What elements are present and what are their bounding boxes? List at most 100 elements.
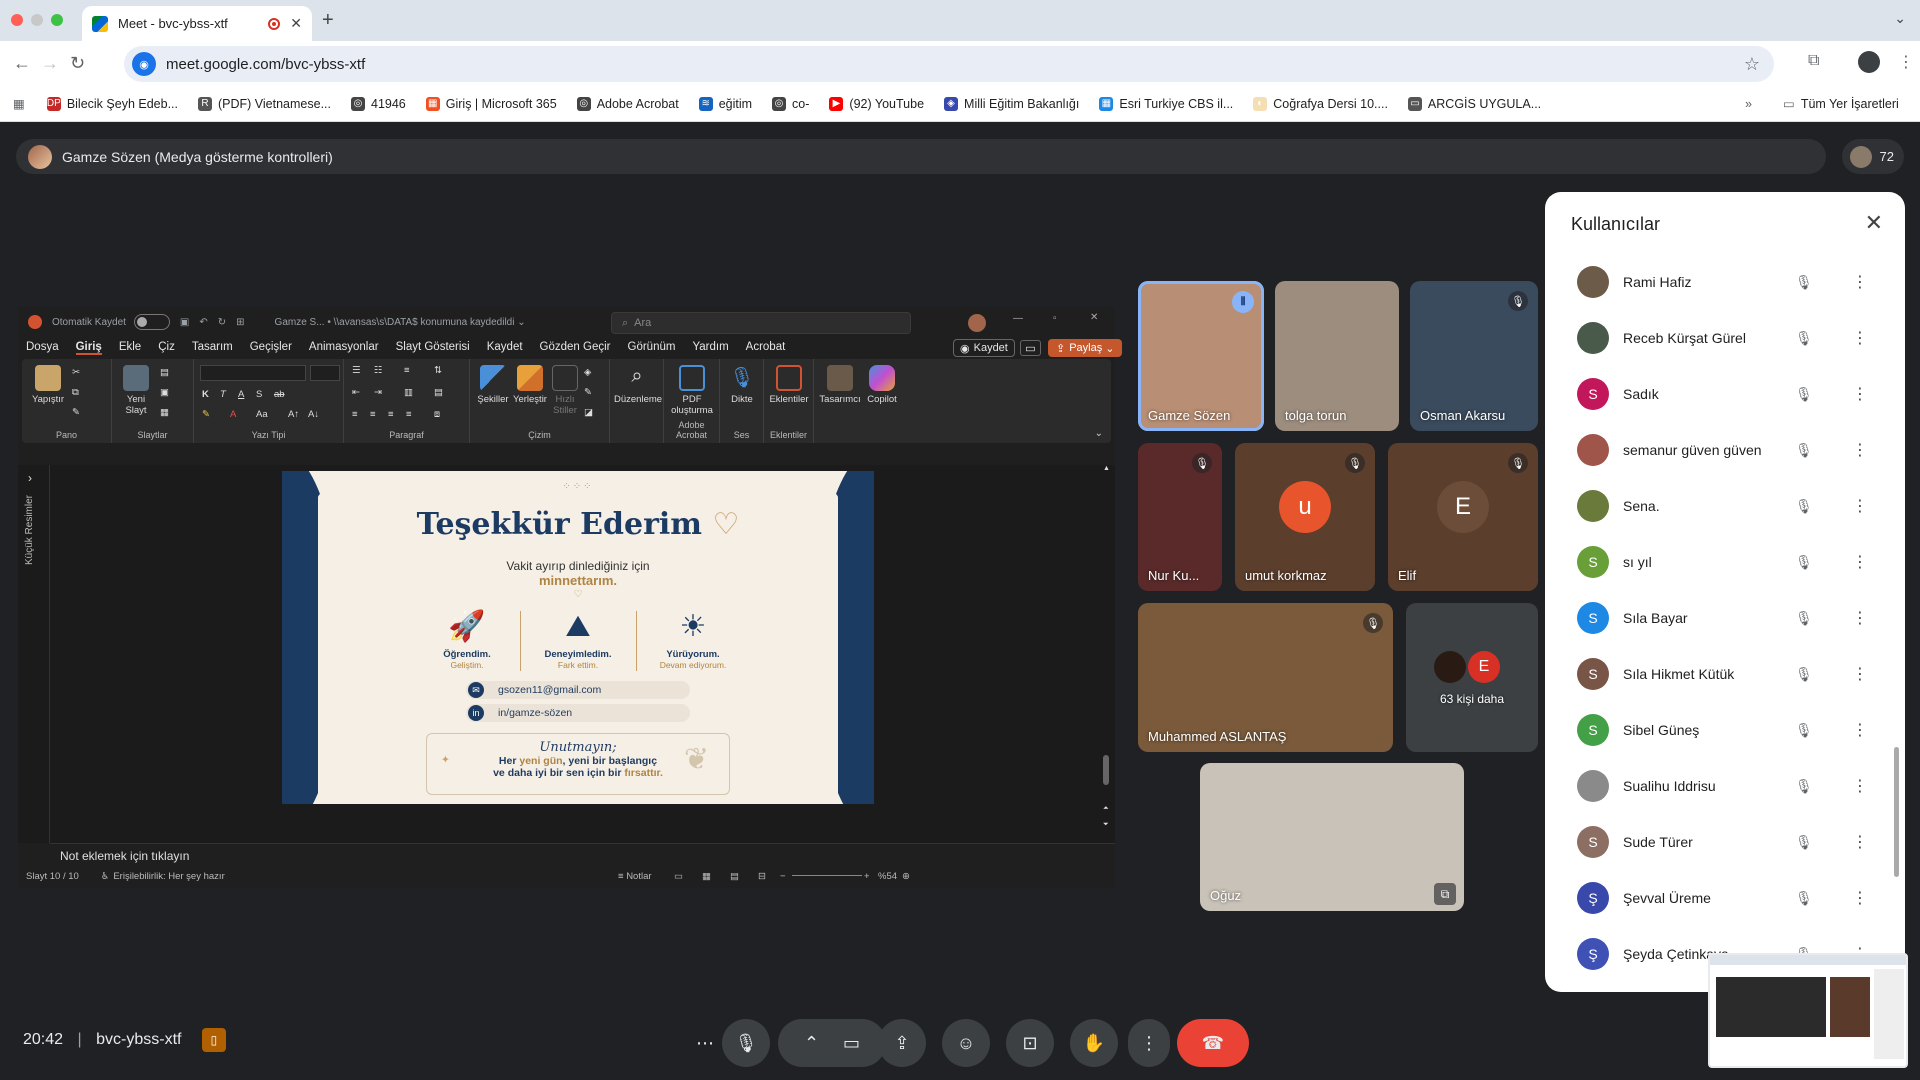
- mic-off-icon[interactable]: 🎙: [1795, 498, 1813, 515]
- ppt-close-icon[interactable]: ✕: [1090, 312, 1098, 323]
- present-screen-button[interactable]: ⇪: [878, 1019, 926, 1067]
- participant-more-icon[interactable]: ⋮: [1852, 272, 1868, 292]
- bold-icon[interactable]: K: [202, 389, 209, 400]
- mic-off-icon[interactable]: 🎙: [1795, 722, 1813, 739]
- arrange-button[interactable]: Yerleştir: [512, 365, 548, 405]
- zoom-out-icon[interactable]: −: [780, 871, 786, 882]
- ppt-menu-tab[interactable]: Slayt Gösterisi: [396, 341, 470, 355]
- file-location[interactable]: Gamze S... • \\avansas\s\DATA$ konumuna …: [275, 317, 526, 328]
- forward-arrow-icon[interactable]: →: [41, 53, 59, 74]
- participant-tile[interactable]: Nur Ku... 🎙: [1138, 443, 1222, 591]
- bookmark-item[interactable]: ≋ eğitim: [698, 96, 752, 111]
- copilot-button[interactable]: Copilot: [862, 365, 902, 405]
- participant-row[interactable]: Ş Şevval Üreme 🎙 ⋮: [1545, 870, 1905, 926]
- next-slide-icon[interactable]: ⏷: [1103, 821, 1109, 829]
- browser-menu-icon[interactable]: ⋮: [1898, 52, 1914, 72]
- ribbon-collapse-icon[interactable]: ⌄: [1095, 428, 1103, 439]
- smartart-icon[interactable]: ⧈: [434, 409, 440, 420]
- participant-more-icon[interactable]: ⋮: [1852, 440, 1868, 460]
- participant-tile[interactable]: Osman Akarsu 🎙: [1410, 281, 1538, 431]
- ppt-menu-tab[interactable]: Ekle: [119, 341, 141, 355]
- participant-tile[interactable]: Gamze Sözen ⦀: [1138, 281, 1264, 431]
- ppt-user-avatar[interactable]: [968, 314, 986, 332]
- browser-tab-meet[interactable]: Meet - bvc-ybss-xtf ✕: [82, 6, 312, 41]
- comments-icon[interactable]: ▭: [1020, 340, 1041, 356]
- close-tab-icon[interactable]: ✕: [290, 15, 302, 32]
- layout-icon[interactable]: ▤: [160, 367, 169, 378]
- mic-off-icon[interactable]: 🎙: [1795, 610, 1813, 627]
- bookmark-item[interactable]: ◎ 41946: [351, 96, 406, 111]
- extensions-puzzle-icon[interactable]: ⧉: [1808, 52, 1819, 70]
- back-arrow-icon[interactable]: ←: [13, 53, 31, 74]
- address-bar[interactable]: ◉ meet.google.com/bvc-ybss-xtf ☆: [124, 46, 1774, 82]
- participant-more-icon[interactable]: ⋮: [1852, 832, 1868, 852]
- slide-scrollbar[interactable]: ▲ ⏶ ⏷: [1103, 465, 1111, 843]
- underline-icon[interactable]: A: [238, 389, 244, 400]
- participant-row[interactable]: S Sıla Bayar 🎙 ⋮: [1545, 590, 1905, 646]
- mic-off-icon[interactable]: 🎙: [1795, 274, 1813, 291]
- shrink-font-icon[interactable]: A↓: [308, 409, 319, 420]
- undo-icon[interactable]: ↶: [199, 317, 207, 328]
- captions-button[interactable]: ⊡: [1006, 1019, 1054, 1067]
- bookmark-item[interactable]: ◎ Adobe Acrobat: [576, 96, 679, 111]
- mic-off-icon[interactable]: 🎙: [1795, 778, 1813, 795]
- mic-off-icon[interactable]: 🎙: [1795, 330, 1813, 347]
- accessibility-status[interactable]: Erişilebilirlik: Her şey hazır: [113, 871, 224, 882]
- participant-tile[interactable]: E 63 kişi daha: [1406, 603, 1538, 752]
- grow-font-icon[interactable]: A↑: [288, 409, 299, 420]
- bookmark-item[interactable]: ◈ Milli Eğitim Bakanlığı: [944, 96, 1079, 111]
- participant-tile[interactable]: Oğuz ⧉: [1200, 763, 1464, 911]
- leave-call-button[interactable]: ☎: [1177, 1019, 1249, 1067]
- shape-fill-icon[interactable]: ◈: [584, 367, 591, 378]
- designer-button[interactable]: Tasarımcı: [818, 365, 862, 405]
- participant-row[interactable]: Sena. 🎙 ⋮: [1545, 478, 1905, 534]
- bookmark-item[interactable]: ◐ Coğrafya Dersi 10....: [1253, 96, 1388, 111]
- font-color-icon[interactable]: A: [230, 409, 236, 420]
- mic-off-icon[interactable]: 🎙: [1795, 666, 1813, 683]
- participant-more-icon[interactable]: ⋮: [1852, 664, 1868, 684]
- zoom-in-icon[interactable]: +: [864, 871, 870, 882]
- text-direction-icon[interactable]: ⇅: [434, 365, 442, 376]
- reactions-button[interactable]: ☺: [942, 1019, 990, 1067]
- participant-more-icon[interactable]: ⋮: [1852, 384, 1868, 404]
- shapes-button[interactable]: Şekiller: [476, 365, 510, 405]
- site-info-icon[interactable]: ◉: [132, 52, 156, 76]
- ppt-record-button[interactable]: ◉ Kaydet: [953, 339, 1015, 357]
- participant-row[interactable]: S Sude Türer 🎙 ⋮: [1545, 814, 1905, 870]
- current-slide[interactable]: ⁘⁘⁘ Teşekkür Ederim ♡ Vakit ayırıp dinle…: [282, 471, 874, 804]
- paste-button[interactable]: Yapıştır: [28, 365, 68, 405]
- notes-toggle[interactable]: ≡ Notlar: [618, 871, 652, 882]
- participant-row[interactable]: Rami Hafiz 🎙 ⋮: [1545, 254, 1905, 310]
- highlight-icon[interactable]: ✎: [202, 409, 210, 420]
- close-panel-icon[interactable]: ✕: [1865, 210, 1883, 236]
- reset-icon[interactable]: ▣: [160, 387, 169, 398]
- columns-icon[interactable]: ▥: [404, 387, 413, 398]
- cut-icon[interactable]: ✂: [72, 367, 80, 378]
- ppt-menu-tab[interactable]: Yardım: [692, 341, 728, 355]
- ppt-menu-tab[interactable]: Animasyonlar: [309, 341, 379, 355]
- people-scrollbar[interactable]: [1894, 747, 1899, 877]
- participant-row[interactable]: semanur güven güven 🎙 ⋮: [1545, 422, 1905, 478]
- ppt-restore-icon[interactable]: ▫: [1053, 313, 1057, 324]
- maximize-window-button[interactable]: [51, 14, 63, 26]
- scroll-up-icon[interactable]: ▲: [1103, 465, 1110, 472]
- section-icon[interactable]: ▦: [160, 407, 169, 418]
- addins-button[interactable]: Eklentiler: [768, 365, 810, 405]
- mic-off-icon[interactable]: 🎙: [1795, 386, 1813, 403]
- more-bookmarks-chevron-icon[interactable]: »: [1745, 97, 1752, 111]
- align-text-icon[interactable]: ▤: [434, 387, 443, 398]
- scrollbar-thumb[interactable]: [1103, 755, 1109, 785]
- participant-more-icon[interactable]: ⋮: [1852, 608, 1868, 628]
- participant-tile[interactable]: tolga torun: [1275, 281, 1399, 431]
- slideshow-icon[interactable]: ⊟: [758, 871, 766, 882]
- bullets-icon[interactable]: ☰: [352, 365, 361, 376]
- participant-tile[interactable]: Muhammed ASLANTAŞ 🎙: [1138, 603, 1393, 752]
- ppt-menu-tab[interactable]: Gözden Geçir: [540, 341, 611, 355]
- dictate-button[interactable]: 🎙 Dikte: [724, 365, 760, 405]
- raise-hand-button[interactable]: ✋: [1070, 1019, 1118, 1067]
- mic-off-icon[interactable]: 🎙: [1795, 834, 1813, 851]
- new-tab-button[interactable]: +: [322, 9, 334, 32]
- mic-off-icon[interactable]: 🎙: [1795, 554, 1813, 571]
- screen-share-preview[interactable]: [1708, 953, 1908, 1068]
- align-center-icon[interactable]: ≡: [370, 409, 376, 420]
